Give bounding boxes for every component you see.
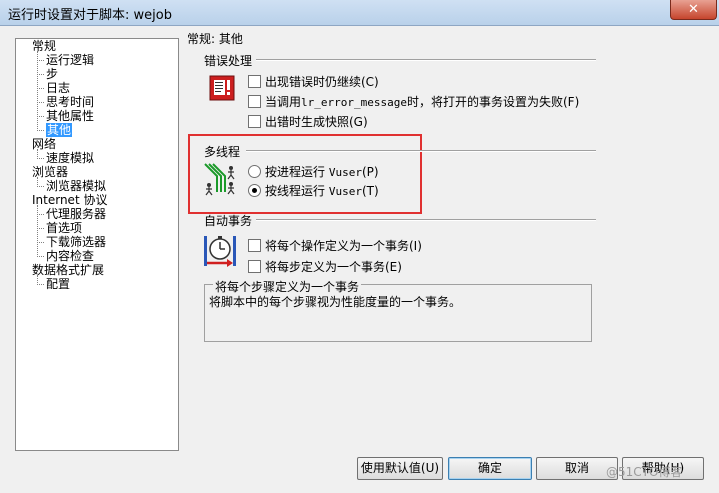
tree-item[interactable]: 思考时间: [46, 95, 94, 109]
auto-transaction-title: 自动事务: [204, 214, 253, 228]
multithreading-icon: [203, 162, 237, 199]
action-as-transaction-label[interactable]: 将每个操作定义为一个事务(I): [265, 237, 422, 254]
tree-item[interactable]: 数据格式扩展: [32, 263, 104, 277]
step-as-transaction-label[interactable]: 将每步定义为一个事务(E): [265, 258, 402, 275]
tree-item[interactable]: 代理服务器: [46, 207, 106, 221]
tree-connector: [37, 60, 44, 61]
step-as-transaction-checkbox[interactable]: [248, 260, 261, 273]
tree-connector: [37, 242, 44, 243]
run-as-thread-label[interactable]: 按线程运行 Vuser(T): [265, 182, 379, 199]
tree-item[interactable]: 下载筛选器: [46, 235, 106, 249]
window-title: 运行时设置对于脚本: wejob: [8, 8, 172, 23]
tree-connector: [37, 284, 44, 285]
auto-transaction-separator: [256, 219, 596, 221]
description-text: 将脚本中的每个步骤视为性能度量的一个事务。: [209, 295, 462, 309]
action-as-transaction-checkbox[interactable]: [248, 239, 261, 252]
ok-button[interactable]: 确定: [448, 457, 532, 480]
close-button[interactable]: ✕: [670, 0, 717, 20]
tree-item[interactable]: 网络: [32, 137, 56, 151]
tree-connector: [37, 214, 44, 215]
fail-on-error-message-checkbox[interactable]: [248, 95, 261, 108]
run-as-process-label[interactable]: 按进程运行 Vuser(P): [265, 163, 379, 180]
panel-header: 常规: 其他: [187, 32, 243, 46]
tree-item[interactable]: 浏览器模拟: [46, 179, 106, 193]
error-handling-title: 错误处理: [204, 54, 253, 68]
tree-connector: [37, 116, 44, 117]
tree-connector: [37, 205, 38, 255]
tree-connector: [37, 102, 44, 103]
tree-connector: [37, 256, 44, 257]
continue-on-error-checkbox[interactable]: [248, 75, 261, 88]
tree-item[interactable]: 内容检查: [46, 249, 94, 263]
run-as-thread-radio[interactable]: [248, 184, 261, 197]
tree-item[interactable]: Internet 协议: [32, 193, 107, 207]
tree-item[interactable]: 其他: [46, 123, 73, 137]
tree-connector: [37, 158, 44, 159]
use-defaults-button[interactable]: 使用默认值(U): [357, 457, 443, 480]
tree-connector: [37, 228, 44, 229]
tree-item[interactable]: 速度模拟: [46, 151, 94, 165]
tree-item[interactable]: 浏览器: [32, 165, 68, 179]
multithreading-title: 多线程: [204, 145, 241, 159]
error-separator: [256, 59, 596, 61]
tree-item[interactable]: 其他属性: [46, 109, 94, 123]
tree-connector: [37, 51, 38, 129]
tree-item[interactable]: 日志: [46, 81, 70, 95]
error-handling-icon: [209, 75, 235, 104]
tree-connector: [37, 74, 44, 75]
description-box: 将每个步骤定义为一个事务 将脚本中的每个步骤视为性能度量的一个事务。: [204, 278, 592, 342]
watermark: @51CTO博客: [606, 465, 683, 479]
tree-connector: [37, 88, 44, 89]
snapshot-on-error-label[interactable]: 出错时生成快照(G): [265, 113, 368, 130]
tree-item[interactable]: 常规: [32, 39, 56, 53]
fail-on-error-message-label[interactable]: 当调用lr_error_message时，将打开的事务设置为失败(F): [265, 93, 579, 110]
tree-item[interactable]: 步: [46, 67, 58, 81]
settings-tree[interactable]: 常规 运行逻辑步日志 思考时间 其他属性 其他 网络 速度模拟 浏览器 浏览器模拟 Interne…: [15, 38, 179, 451]
tree-item[interactable]: 运行逻辑: [46, 53, 94, 67]
title-bar: 运行时设置对于脚本: wejob ✕: [0, 0, 719, 26]
run-as-process-radio[interactable]: [248, 165, 261, 178]
tree-item[interactable]: 首选项: [46, 221, 82, 235]
continue-on-error-label[interactable]: 出现错误时仍继续(C): [265, 73, 379, 90]
stopwatch-icon: [203, 234, 237, 271]
tree-item[interactable]: 配置: [46, 277, 70, 291]
tree-connector: [37, 186, 44, 187]
tree-connector: [37, 130, 44, 131]
multithreading-separator: [246, 150, 596, 152]
snapshot-on-error-checkbox[interactable]: [248, 115, 261, 128]
